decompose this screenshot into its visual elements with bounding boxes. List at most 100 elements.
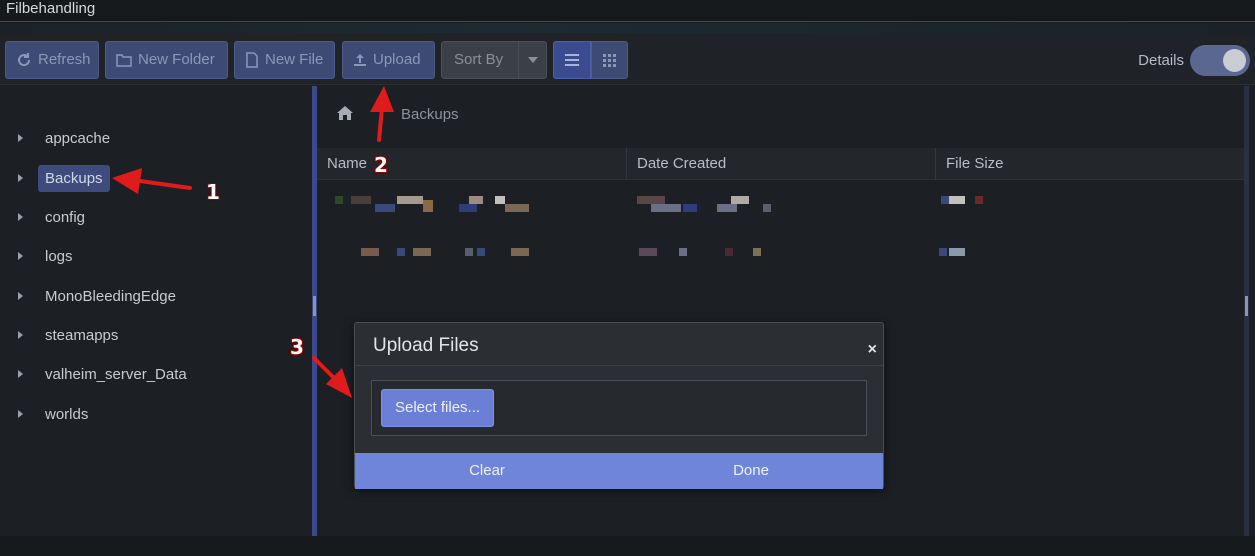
redacted-pixel bbox=[413, 248, 431, 256]
redacted-pixel bbox=[397, 248, 405, 256]
redacted-pixel bbox=[637, 196, 665, 204]
new-file-button[interactable]: New File bbox=[234, 41, 335, 79]
redacted-pixel bbox=[941, 196, 949, 204]
redacted-pixel bbox=[717, 204, 737, 212]
folder-tree: appcache Backups config logs MonoBleedin… bbox=[0, 86, 312, 536]
tree-item-backups[interactable]: Backups bbox=[18, 163, 110, 193]
tree-item-worlds[interactable]: worlds bbox=[18, 399, 95, 429]
select-files-button[interactable]: Select files... bbox=[381, 389, 495, 427]
grid-view-icon bbox=[603, 53, 616, 67]
tree-item-logs[interactable]: logs bbox=[18, 241, 80, 271]
redacted-pixel bbox=[477, 248, 485, 256]
upload-icon bbox=[354, 54, 366, 66]
redacted-pixel bbox=[397, 196, 423, 204]
dialog-divider bbox=[355, 365, 883, 366]
dialog-title: Upload Files bbox=[373, 335, 479, 356]
caret-right-icon bbox=[18, 134, 23, 142]
redacted-pixel bbox=[949, 196, 965, 204]
redacted-pixel bbox=[939, 248, 947, 256]
tree-item-label: config bbox=[45, 208, 86, 226]
table-row[interactable] bbox=[317, 182, 1244, 228]
redacted-pixel bbox=[351, 196, 371, 204]
chevron-down-icon bbox=[527, 57, 538, 63]
annotation-number-3: 3 bbox=[290, 335, 304, 359]
close-icon[interactable]: × bbox=[868, 341, 877, 359]
toolbar: Refresh New Folder New File Upload Sort … bbox=[0, 33, 1255, 85]
redacted-pixel bbox=[949, 248, 965, 256]
breadcrumb-current[interactable]: Backups bbox=[401, 106, 459, 123]
title-divider bbox=[0, 23, 1255, 33]
table-row[interactable] bbox=[317, 232, 1244, 278]
bottom-strip bbox=[0, 536, 1255, 556]
sort-by-label: Sort By bbox=[454, 51, 504, 68]
caret-right-icon bbox=[18, 370, 23, 378]
toggle-knob bbox=[1223, 49, 1246, 72]
clear-button[interactable]: Clear bbox=[355, 453, 619, 489]
sort-dropdown-button[interactable] bbox=[518, 41, 547, 79]
redacted-pixel bbox=[511, 248, 529, 256]
window-title: Filbehandling bbox=[0, 0, 1255, 22]
scrollbar-thumb bbox=[1245, 296, 1248, 316]
annotation-number-1: 1 bbox=[206, 180, 220, 204]
details-toggle[interactable] bbox=[1190, 45, 1250, 76]
upload-dialog: Upload Files × Select files... Clear Don… bbox=[354, 322, 884, 489]
annotation-number-2: 2 bbox=[374, 153, 388, 177]
sort-by-button[interactable]: Sort By bbox=[441, 41, 519, 79]
column-size-label: File Size bbox=[946, 155, 1004, 172]
redacted-pixel bbox=[639, 248, 657, 256]
new-folder-button[interactable]: New Folder bbox=[105, 41, 228, 79]
dialog-footer: Clear Done bbox=[355, 453, 883, 489]
redacted-pixel bbox=[423, 200, 433, 212]
caret-right-icon bbox=[18, 252, 23, 260]
scrollbar[interactable] bbox=[1244, 86, 1249, 536]
tree-item-label: steamapps bbox=[45, 326, 119, 344]
caret-right-icon bbox=[18, 331, 23, 339]
redacted-pixel bbox=[335, 196, 343, 204]
redacted-pixel bbox=[361, 248, 379, 256]
tree-item-label: appcache bbox=[45, 129, 111, 147]
tree-item-steamapps[interactable]: steamapps bbox=[18, 320, 125, 350]
redacted-pixel bbox=[505, 204, 529, 212]
tree-item-label: logs bbox=[45, 247, 73, 265]
splitter-grip bbox=[313, 296, 316, 316]
redacted-pixel bbox=[651, 204, 681, 212]
tree-item-label: MonoBleedingEdge bbox=[45, 287, 176, 305]
redacted-pixel bbox=[459, 204, 477, 212]
column-file-size[interactable]: File Size bbox=[935, 148, 1244, 180]
upload-button[interactable]: Upload bbox=[342, 41, 435, 79]
caret-right-icon bbox=[18, 292, 23, 300]
tree-item-label: valheim_server_Data bbox=[45, 365, 187, 383]
caret-right-icon bbox=[18, 174, 23, 182]
tree-item-config[interactable]: config bbox=[18, 202, 92, 232]
details-label: Details bbox=[1138, 52, 1184, 69]
tree-item-label: Backups bbox=[38, 164, 110, 192]
refresh-button[interactable]: Refresh bbox=[5, 41, 99, 79]
redacted-pixel bbox=[753, 248, 761, 256]
new-folder-label: New Folder bbox=[138, 51, 215, 68]
tree-item-monobleedingedge[interactable]: MonoBleedingEdge bbox=[18, 281, 183, 311]
column-name[interactable]: Name bbox=[317, 148, 626, 180]
redacted-pixel bbox=[679, 248, 687, 256]
tree-item-label: worlds bbox=[45, 405, 89, 423]
grid-header: Name Date Created File Size bbox=[317, 148, 1244, 180]
new-file-icon bbox=[246, 52, 258, 68]
done-button[interactable]: Done bbox=[619, 453, 883, 489]
redacted-pixel bbox=[683, 204, 697, 212]
refresh-icon bbox=[18, 53, 31, 67]
upload-dropzone[interactable]: Select files... bbox=[371, 380, 867, 436]
tree-item-appcache[interactable]: appcache bbox=[18, 123, 117, 153]
redacted-pixel bbox=[469, 196, 483, 204]
tree-item-valheim-server-data[interactable]: valheim_server_Data bbox=[18, 359, 194, 389]
column-date-created[interactable]: Date Created bbox=[626, 148, 935, 180]
caret-right-icon bbox=[18, 410, 23, 418]
redacted-pixel bbox=[731, 196, 749, 204]
list-view-button[interactable] bbox=[553, 41, 591, 79]
column-date-label: Date Created bbox=[637, 155, 727, 172]
redacted-pixel bbox=[975, 196, 983, 204]
new-file-label: New File bbox=[265, 51, 324, 68]
new-folder-icon bbox=[116, 54, 132, 67]
redacted-pixel bbox=[495, 196, 505, 204]
home-icon[interactable] bbox=[337, 106, 353, 125]
grid-view-button[interactable] bbox=[591, 41, 628, 79]
redacted-pixel bbox=[375, 204, 395, 212]
